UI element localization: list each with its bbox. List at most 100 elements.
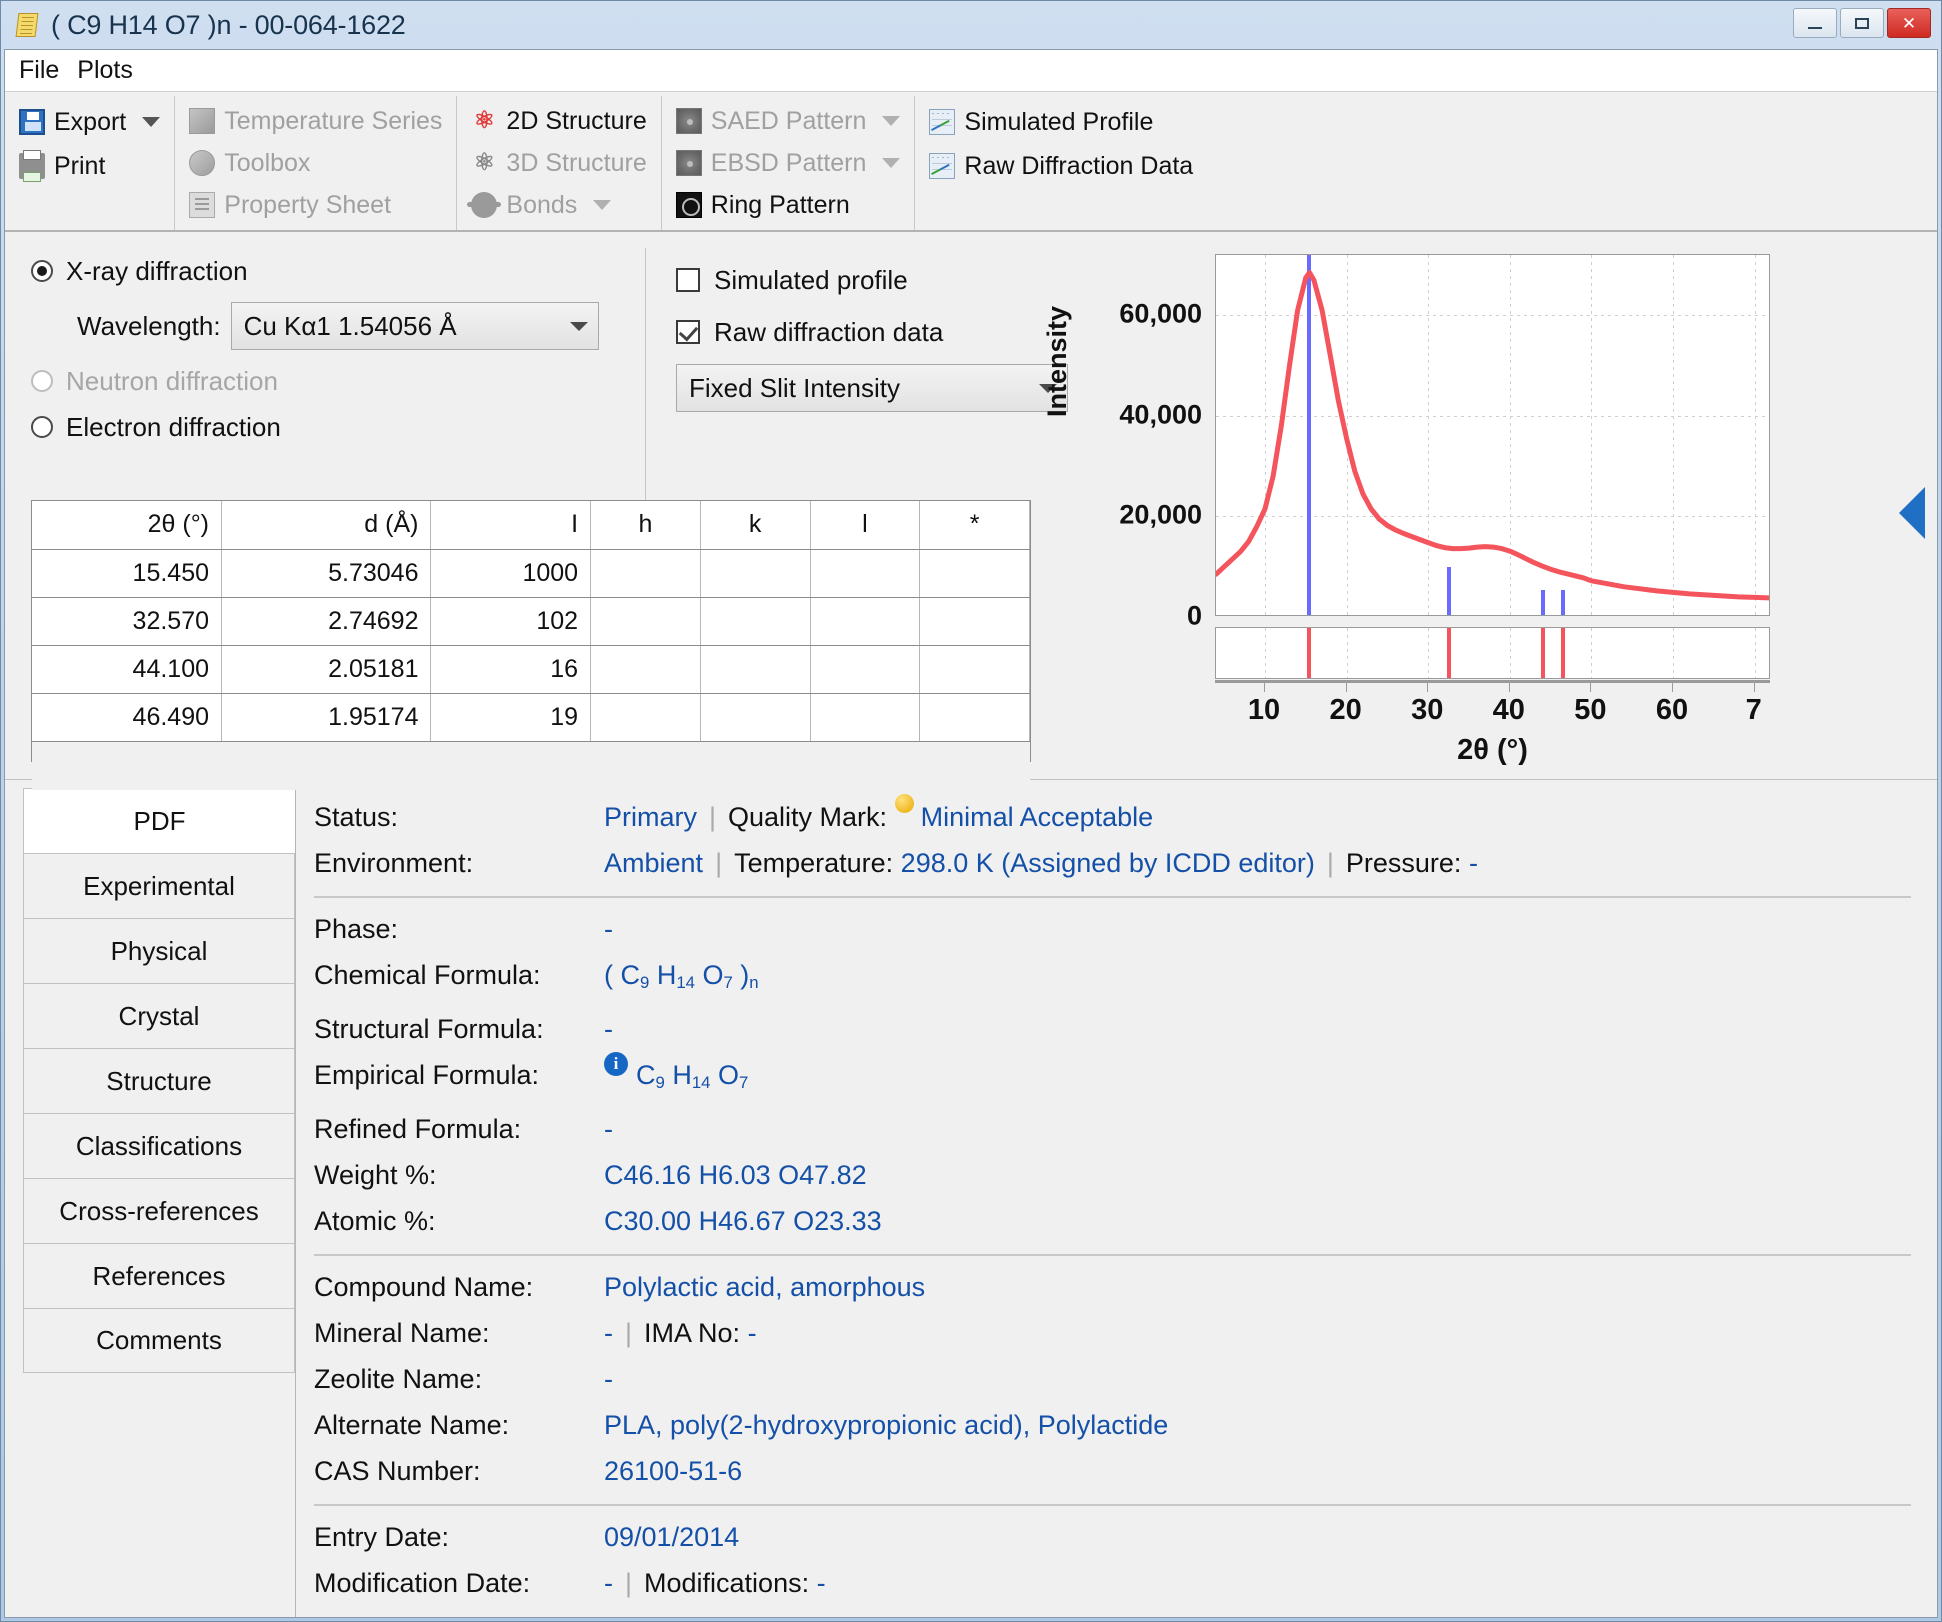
chart-gridline xyxy=(1673,628,1674,678)
chart-y-tick-label: 40,000 xyxy=(1119,399,1202,430)
radio-xray-diffraction[interactable]: X-ray diffraction xyxy=(31,248,645,294)
raw-chart-icon xyxy=(929,153,955,179)
chart-plot-area[interactable] xyxy=(1215,254,1770,616)
weight-percent-value: C46.16 H6.03 O47.82 xyxy=(604,1152,867,1198)
sidebar-item-physical[interactable]: Physical xyxy=(23,918,295,983)
maximize-button[interactable] xyxy=(1840,8,1884,38)
cell-l xyxy=(810,693,920,741)
empirical-formula-row: Empirical Formula: i C9 H14 O7 xyxy=(314,1052,1911,1106)
col-l[interactable]: l xyxy=(810,501,920,549)
checkbox-simulated-profile[interactable]: Simulated profile xyxy=(676,254,995,306)
print-button[interactable]: Print xyxy=(19,144,160,188)
chemical-formula-value[interactable]: ( C9 H14 O7 )n xyxy=(604,952,759,1006)
ribbon-group-patterns: SAED Pattern EBSD Pattern Ring Pattern xyxy=(662,96,916,230)
wavelength-select[interactable]: Cu Kα1 1.54056 Å xyxy=(231,302,599,350)
divider: | xyxy=(613,1560,644,1606)
compound-name-value[interactable]: Polylactic acid, amorphous xyxy=(604,1264,925,1310)
table-row[interactable]: 32.570 2.74692 102 xyxy=(32,597,1030,645)
mineral-name-label: Mineral Name: xyxy=(314,1310,604,1356)
details-panel: Status: Primary | Quality Mark: Minimal … xyxy=(295,788,1937,1617)
cell-star xyxy=(920,549,1030,597)
saed-pattern-button: SAED Pattern xyxy=(676,100,901,142)
pdf-card-icon xyxy=(15,12,41,38)
minimize-button[interactable] xyxy=(1793,8,1837,38)
checkbox-raw-diffraction-data[interactable]: Raw diffraction data xyxy=(676,306,995,358)
sidebar-item-pdf[interactable]: PDF xyxy=(23,788,295,853)
ima-no-label: IMA No: xyxy=(644,1310,740,1356)
quality-mark-value[interactable]: Minimal Acceptable xyxy=(921,794,1154,840)
peak-table-container[interactable]: 2θ (°) d (Å) I h k l * 15.450 5.73046 xyxy=(31,500,1031,762)
col-star[interactable]: * xyxy=(920,501,1030,549)
diffraction-chart[interactable]: Intensity 020,00040,00060,000 1020304050… xyxy=(1040,242,1800,772)
chart-x-tick xyxy=(1346,680,1347,692)
col-h[interactable]: h xyxy=(591,501,701,549)
sidebar-item-comments[interactable]: Comments xyxy=(23,1308,295,1373)
radio-electron-diffraction[interactable]: Electron diffraction xyxy=(31,404,645,450)
chart-gridline xyxy=(1347,628,1348,678)
chart-pattern-stick xyxy=(1541,628,1545,678)
cell-two-theta: 46.490 xyxy=(32,693,222,741)
thermometer-icon xyxy=(189,108,215,134)
simulated-profile-button[interactable]: Simulated Profile xyxy=(929,100,1193,144)
info-icon[interactable]: i xyxy=(604,1052,628,1076)
sidebar-item-cross-references[interactable]: Cross-references xyxy=(23,1178,295,1243)
table-row[interactable]: 15.450 5.73046 1000 xyxy=(32,549,1030,597)
modifications-value: - xyxy=(817,1560,826,1606)
radio-neutron-label: Neutron diffraction xyxy=(66,366,278,397)
status-value[interactable]: Primary xyxy=(604,794,697,840)
alternate-name-label: Alternate Name: xyxy=(314,1402,604,1448)
menu-item-plots[interactable]: Plots xyxy=(77,56,133,85)
save-icon xyxy=(19,109,45,135)
cell-two-theta: 32.570 xyxy=(32,597,222,645)
structure-2d-button[interactable]: ⚛ 2D Structure xyxy=(471,100,646,142)
detail-tabs: PDF Experimental Physical Crystal Struct… xyxy=(5,788,295,1617)
empirical-formula-value[interactable]: C9 H14 O7 xyxy=(636,1052,748,1106)
ribbon-group-tools: Temperature Series Toolbox Property Shee… xyxy=(175,96,457,230)
collapse-panel-arrow-icon[interactable] xyxy=(1899,487,1925,539)
intensity-mode-select[interactable]: Fixed Slit Intensity xyxy=(676,364,1068,412)
chemical-formula-label: Chemical Formula: xyxy=(314,952,604,998)
quality-mark-label: Quality Mark: xyxy=(728,794,887,840)
chevron-down-icon[interactable] xyxy=(142,117,160,127)
mineral-name-value: - xyxy=(604,1310,613,1356)
checkbox-icon xyxy=(676,268,700,292)
peak-table: 2θ (°) d (Å) I h k l * 15.450 5.73046 xyxy=(32,501,1030,742)
intensity-mode-value: Fixed Slit Intensity xyxy=(689,373,900,404)
maximize-icon xyxy=(1855,18,1869,29)
environment-value[interactable]: Ambient xyxy=(604,840,703,886)
close-button[interactable]: ✕ xyxy=(1887,8,1931,38)
ring-pattern-button[interactable]: Ring Pattern xyxy=(676,184,901,226)
col-d[interactable]: d (Å) xyxy=(222,501,431,549)
temperature-value[interactable]: 298.0 K (Assigned by ICDD editor) xyxy=(901,840,1315,886)
col-two-theta[interactable]: 2θ (°) xyxy=(32,501,222,549)
ebsd-pattern-label: EBSD Pattern xyxy=(711,149,867,178)
ima-no-value: - xyxy=(748,1310,757,1356)
toolbox-button: Toolbox xyxy=(189,142,442,184)
export-button[interactable]: Export xyxy=(19,100,160,144)
sidebar-item-experimental[interactable]: Experimental xyxy=(23,853,295,918)
chart-stick-strip[interactable] xyxy=(1215,627,1770,679)
sidebar-item-classifications[interactable]: Classifications xyxy=(23,1113,295,1178)
atomic-percent-value: C30.00 H46.67 O23.33 xyxy=(604,1198,882,1244)
col-k[interactable]: k xyxy=(700,501,810,549)
minimize-icon xyxy=(1808,27,1822,29)
sidebar-item-crystal[interactable]: Crystal xyxy=(23,983,295,1048)
title-bar: ( C9 H14 O7 )n - 00-064-1622 ✕ xyxy=(1,1,1941,49)
menu-item-file[interactable]: File xyxy=(19,56,59,85)
table-row[interactable]: 44.100 2.05181 16 xyxy=(32,645,1030,693)
cell-d: 2.05181 xyxy=(222,645,431,693)
export-label: Export xyxy=(54,108,126,137)
status-badge-icon xyxy=(895,794,914,813)
entry-date-row: Entry Date: 09/01/2014 xyxy=(314,1514,1911,1560)
toolbar-ribbon: Export Print Temperature Series Toolbox xyxy=(5,92,1937,232)
sidebar-item-structure[interactable]: Structure xyxy=(23,1048,295,1113)
raw-diffraction-data-button[interactable]: Raw Diffraction Data xyxy=(929,144,1193,188)
col-intensity[interactable]: I xyxy=(431,501,591,549)
cas-number-value[interactable]: 26100-51-6 xyxy=(604,1448,742,1494)
table-row[interactable]: 46.490 1.95174 19 xyxy=(32,693,1030,741)
structural-formula-row: Structural Formula: - xyxy=(314,1006,1911,1052)
alternate-name-value[interactable]: PLA, poly(2-hydroxypropionic acid), Poly… xyxy=(604,1402,1168,1448)
temperature-series-label: Temperature Series xyxy=(224,107,442,136)
sidebar-item-references[interactable]: References xyxy=(23,1243,295,1308)
chevron-down-icon xyxy=(570,322,588,331)
